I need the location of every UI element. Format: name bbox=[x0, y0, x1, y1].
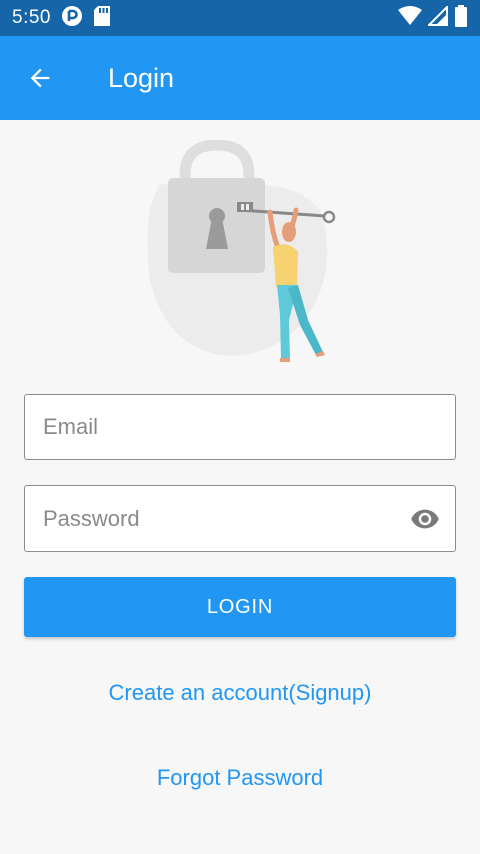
battery-icon bbox=[454, 4, 468, 32]
wifi-icon bbox=[398, 5, 422, 31]
forgot-password-link[interactable]: Forgot Password bbox=[0, 765, 480, 791]
page-title: Login bbox=[108, 62, 175, 93]
password-field[interactable] bbox=[24, 485, 456, 552]
status-bar: 5:50 bbox=[0, 0, 480, 36]
back-button[interactable] bbox=[12, 50, 68, 106]
arrow-left-icon bbox=[30, 68, 50, 88]
login-button[interactable]: LOGIN bbox=[24, 577, 456, 637]
email-field[interactable] bbox=[24, 394, 456, 460]
email-input[interactable] bbox=[43, 414, 437, 440]
signup-link[interactable]: Create an account(Signup) bbox=[0, 680, 480, 706]
signal-icon bbox=[426, 4, 448, 31]
pocket-casts-icon bbox=[61, 5, 83, 32]
status-time: 5:50 bbox=[12, 7, 51, 28]
sd-card-icon bbox=[93, 5, 111, 32]
lock-and-key-person-icon bbox=[140, 139, 340, 365]
toggle-password-visibility-button[interactable] bbox=[409, 503, 441, 535]
password-input[interactable] bbox=[43, 505, 409, 532]
eye-icon bbox=[411, 509, 439, 528]
app-bar: Login bbox=[0, 36, 480, 120]
